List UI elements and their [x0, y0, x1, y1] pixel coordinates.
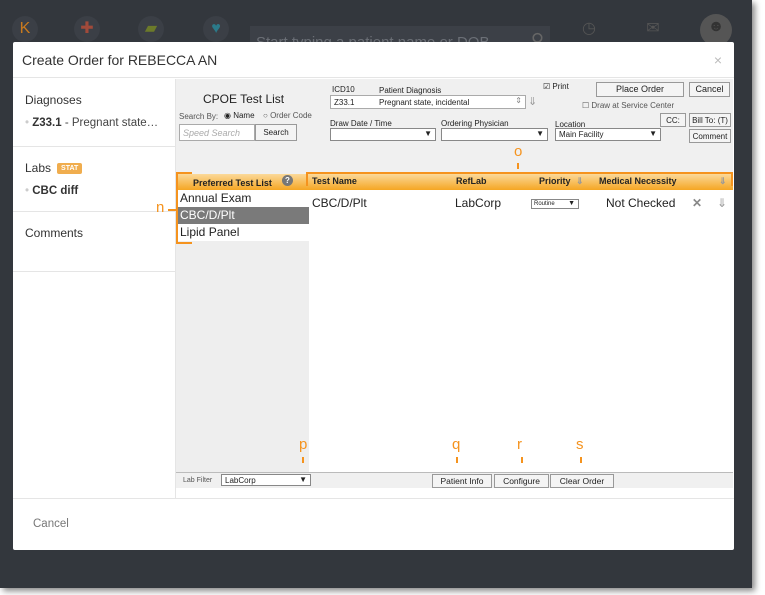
- lab-item-label: CBC diff: [32, 185, 79, 197]
- location-value: Main Facility: [559, 130, 604, 139]
- annotation-bracket-n: [176, 172, 192, 244]
- annotation-o: o: [514, 143, 523, 160]
- speed-search-input[interactable]: Speed Search: [179, 124, 255, 141]
- lab-item: • CBC diff: [25, 185, 79, 197]
- radio-name-label: Name: [233, 111, 255, 120]
- draw-at-service-center-checkbox[interactable]: ☐ Draw at Service Center: [582, 101, 674, 110]
- comments-section: Comments: [13, 212, 175, 272]
- place-order-button[interactable]: Place Order: [596, 82, 684, 97]
- print-label: Print: [552, 82, 569, 91]
- stat-badge: STAT: [57, 163, 83, 175]
- order-grid: CBC/D/Plt LabCorp Routine ▼ Not Checked ✕…: [309, 190, 733, 472]
- priority-value: Routine: [534, 201, 555, 207]
- modal-header: Create Order for REBECCA AN ×: [13, 42, 734, 78]
- annotation-tick-p: [302, 457, 304, 463]
- dropdown-arrow-icon: ▼: [568, 200, 575, 207]
- cell-medical-necessity: Not Checked: [606, 196, 676, 210]
- annotation-tick-s: [580, 457, 582, 463]
- annotation-p: p: [299, 436, 308, 453]
- diagnosis-code: Z33.1: [32, 117, 62, 129]
- bill-to-button[interactable]: Bill To: (T): [689, 113, 731, 127]
- lab-filter-value: LabCorp: [225, 476, 256, 485]
- annotation-tick-r: [521, 457, 523, 463]
- preferred-test-item-selected[interactable]: CBC/D/Plt: [176, 207, 309, 224]
- annotation-n: n: [156, 199, 165, 216]
- annotation-q: q: [452, 436, 461, 453]
- mail-icon[interactable]: ✉: [640, 16, 666, 42]
- draw-label: Draw at Service Center: [591, 101, 675, 110]
- table-row: CBC/D/Plt LabCorp Routine ▼ Not Checked ✕…: [309, 196, 733, 212]
- search-button[interactable]: Search: [255, 124, 297, 141]
- dropdown-arrow-icon: ▼: [536, 129, 544, 138]
- patient-info-button[interactable]: Patient Info: [432, 474, 492, 488]
- remove-icon[interactable]: ✕: [692, 196, 702, 210]
- patient-heart-icon[interactable]: ♥: [203, 16, 229, 42]
- cc-button[interactable]: CC:: [660, 113, 686, 127]
- cancel-order-button[interactable]: Cancel: [689, 82, 730, 97]
- cpoe-panel: CPOE Test List Search By: ◉ Name ○ Order…: [176, 79, 733, 488]
- annotation-r: r: [517, 436, 522, 453]
- diagnosis-item: • Z33.1 - Pregnant state…: [25, 117, 159, 129]
- diagnosis-value: Pregnant state, incidental: [379, 98, 470, 107]
- comments-title: Comments: [25, 226, 84, 240]
- dropdown-arrow-icon: ▼: [299, 475, 307, 484]
- radio-code-label: Order Code: [270, 111, 312, 120]
- help-icon[interactable]: ?: [282, 175, 293, 186]
- preferred-test-item[interactable]: Annual Exam: [176, 190, 309, 207]
- lab-filter-label: Lab Filter: [183, 477, 213, 484]
- annotation-tick-q: [456, 457, 458, 463]
- diagnoses-section: Diagnoses • Z33.1 - Pregnant state…: [13, 79, 175, 147]
- icd10-value: Z33.1: [334, 98, 355, 107]
- draw-date-select[interactable]: ▼: [330, 128, 436, 141]
- diagnosis-desc: - Pregnant state…: [61, 117, 159, 129]
- dropdown-arrow-icon: ▼: [424, 129, 432, 138]
- labs-title: Labs: [25, 161, 52, 175]
- priority-select[interactable]: Routine ▼: [531, 199, 579, 209]
- history-icon[interactable]: ◷: [576, 16, 602, 42]
- create-order-modal: Create Order for REBECCA AN × Diagnoses …: [13, 42, 734, 550]
- medical-cross-icon[interactable]: ✚: [74, 16, 100, 42]
- modal-title: Create Order for REBECCA AN: [22, 52, 218, 68]
- labs-section: Labs STAT • CBC diff: [13, 147, 175, 212]
- print-checkbox[interactable]: ☑ Print: [543, 82, 569, 91]
- diagnosis-field[interactable]: Z33.1 Pregnant state, incidental ⇕: [330, 95, 526, 109]
- annotation-s: s: [576, 436, 584, 453]
- icd10-label: ICD10: [332, 85, 355, 94]
- diagnoses-title: Diagnoses: [25, 93, 82, 107]
- ordering-physician-label: Ordering Physician: [441, 119, 509, 128]
- search-by-name-radio[interactable]: ◉ Name: [224, 111, 255, 120]
- preferred-test-item[interactable]: Lipid Panel: [176, 224, 309, 241]
- clear-order-button[interactable]: Clear Order: [550, 474, 614, 488]
- cell-test-name: CBC/D/Plt: [312, 196, 367, 210]
- comment-button[interactable]: Comment: [689, 129, 731, 143]
- move-down-icon[interactable]: ⇓: [528, 95, 537, 108]
- close-icon[interactable]: ×: [714, 52, 722, 68]
- cancel-link[interactable]: Cancel: [33, 518, 69, 530]
- annotation-bracket-o: [306, 172, 733, 186]
- preferred-test-list-header: Preferred Test List: [193, 178, 272, 188]
- configure-button[interactable]: Configure: [494, 474, 549, 488]
- move-down-icon[interactable]: ⇓: [717, 196, 727, 210]
- money-icon[interactable]: ▰: [138, 16, 164, 42]
- kareo-logo-icon[interactable]: K: [12, 16, 38, 42]
- lab-filter-select[interactable]: LabCorp ▼: [221, 474, 311, 486]
- draw-date-label: Draw Date / Time: [330, 119, 392, 128]
- search-by-code-radio[interactable]: ○ Order Code: [263, 111, 312, 120]
- preferred-test-list: Annual Exam CBC/D/Plt Lipid Panel: [176, 190, 309, 472]
- patient-diagnosis-label: Patient Diagnosis: [379, 86, 442, 95]
- annotation-line-n: [168, 209, 176, 211]
- cell-reflab: LabCorp: [455, 196, 502, 210]
- updown-arrows-icon[interactable]: ⇕: [515, 96, 522, 105]
- dropdown-arrow-icon: ▼: [649, 129, 657, 138]
- cpoe-title: CPOE Test List: [203, 92, 285, 106]
- location-select[interactable]: Main Facility ▼: [555, 128, 661, 141]
- modal-footer: Cancel: [13, 498, 734, 550]
- search-by-label: Search By:: [179, 112, 219, 121]
- annotation-tick-o: [517, 163, 519, 169]
- ordering-physician-select[interactable]: ▼: [441, 128, 548, 141]
- bottom-toolbar: Lab Filter LabCorp ▼ Patient Info Configu…: [176, 472, 733, 488]
- order-summary-sidebar: Diagnoses • Z33.1 - Pregnant state… Labs…: [13, 79, 176, 498]
